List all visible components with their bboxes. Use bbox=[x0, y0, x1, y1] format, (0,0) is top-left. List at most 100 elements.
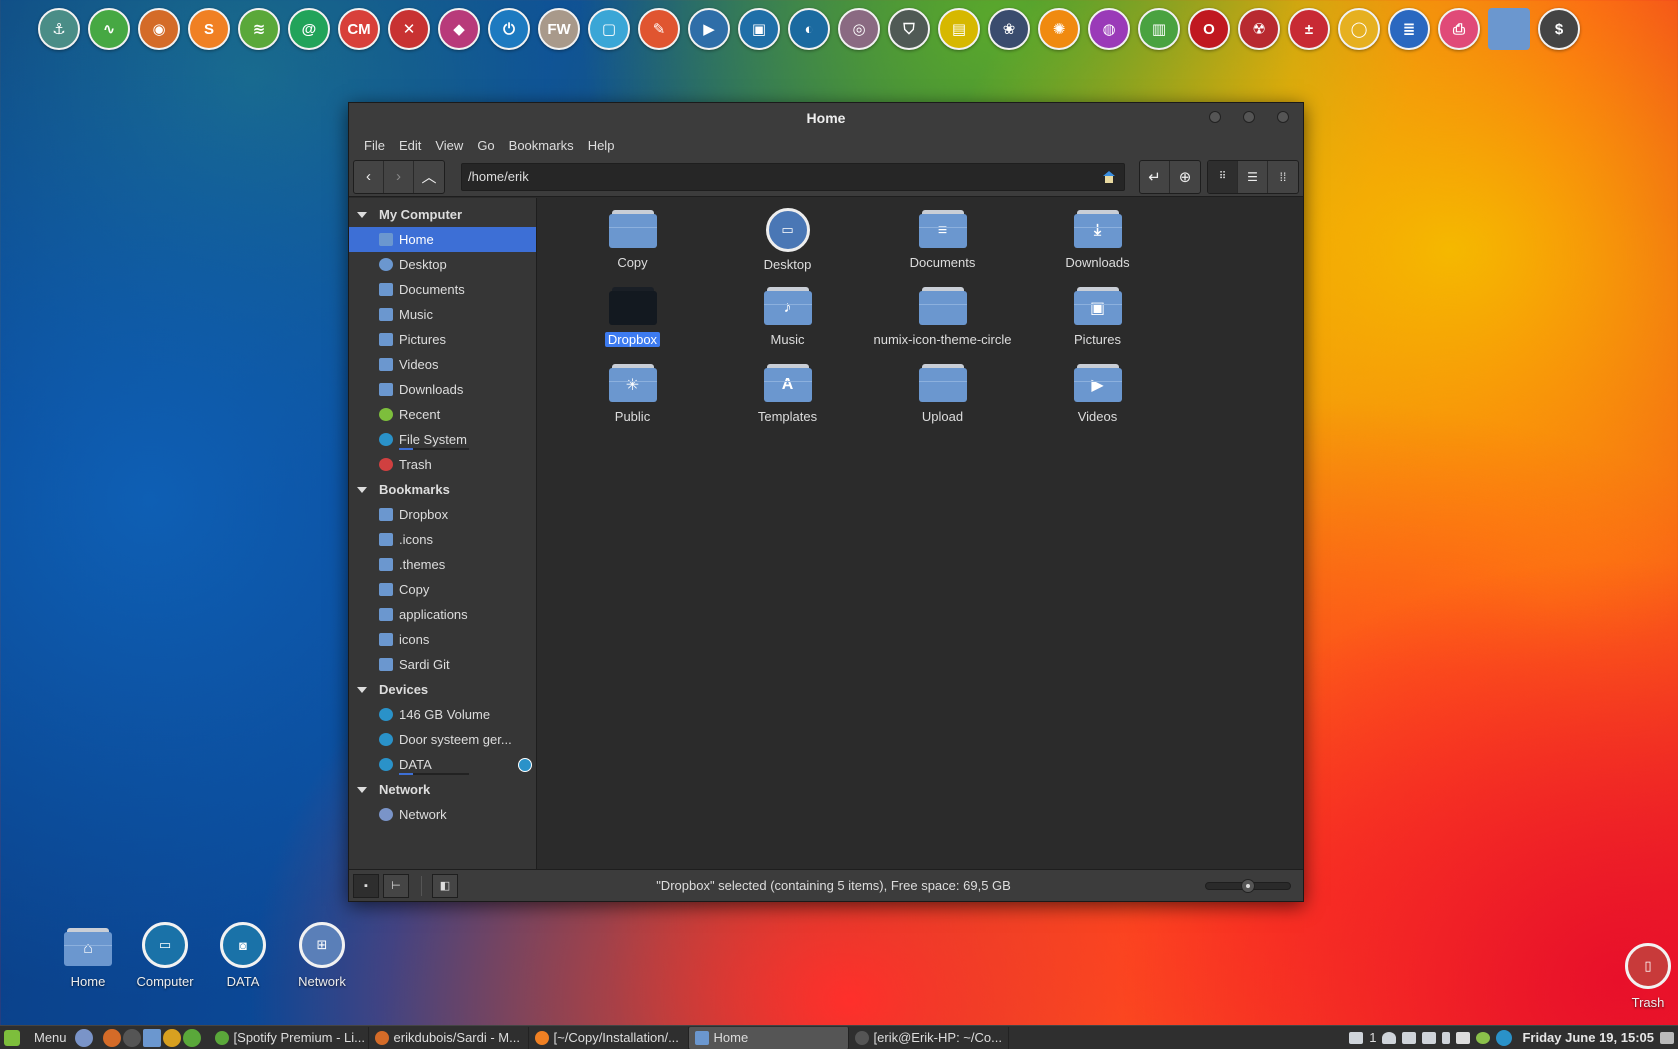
show-desktop-icon[interactable] bbox=[74, 1028, 93, 1047]
firefox-launcher-icon[interactable] bbox=[102, 1028, 121, 1047]
dock-spotify-icon[interactable]: ≋ bbox=[238, 8, 280, 50]
files-launcher-icon[interactable] bbox=[142, 1028, 161, 1047]
sidebar-item-copy[interactable]: Copy bbox=[349, 577, 536, 602]
sidebar-item-sardi-git[interactable]: Sardi Git bbox=[349, 652, 536, 677]
toggle-location-button[interactable]: ↵ bbox=[1140, 160, 1170, 193]
open-terminal-button[interactable]: ⊕ bbox=[1170, 161, 1200, 193]
sidebar-section-devices[interactable]: Devices bbox=[349, 677, 536, 702]
update-manager-icon[interactable] bbox=[1496, 1029, 1513, 1046]
spotify-launcher-icon[interactable] bbox=[182, 1028, 201, 1047]
terminal-launcher-icon[interactable] bbox=[122, 1028, 141, 1047]
dock-chrome-icon[interactable]: ◯ bbox=[1338, 8, 1380, 50]
file-item-downloads[interactable]: ⤓ Downloads bbox=[1020, 206, 1175, 283]
network-status-icon[interactable] bbox=[1422, 1031, 1437, 1044]
taskbar-task[interactable]: [Spotify Premium - Li... bbox=[209, 1026, 369, 1049]
screen-icon[interactable] bbox=[1456, 1031, 1471, 1044]
chat-icon[interactable] bbox=[1349, 1031, 1364, 1044]
location-bar[interactable]: /home/erik bbox=[461, 162, 1125, 191]
file-item-numix-icon-theme-circle[interactable]: numix-icon-theme-circle bbox=[865, 283, 1020, 360]
dock-terminal-icon[interactable]: $ bbox=[1538, 8, 1580, 50]
dock-shield-icon[interactable]: ⛉ bbox=[888, 8, 930, 50]
zoom-slider-handle[interactable] bbox=[1241, 878, 1255, 893]
dock-editor-icon[interactable]: ✎ bbox=[638, 8, 680, 50]
minimize-button[interactable] bbox=[1209, 111, 1221, 123]
dock-firefox-icon[interactable]: ◉ bbox=[138, 8, 180, 50]
show-places-button[interactable]: ▪ bbox=[353, 873, 379, 898]
icon-view-button[interactable]: ⠿ bbox=[1208, 160, 1238, 193]
dock-email-icon[interactable]: @ bbox=[288, 8, 330, 50]
dock-hardware-card-icon[interactable]: ▥ bbox=[1138, 8, 1180, 50]
dock-news-icon[interactable]: ≣ bbox=[1388, 8, 1430, 50]
file-item-dropbox[interactable]: Dropbox bbox=[555, 283, 710, 360]
forward-button[interactable]: › bbox=[384, 160, 414, 193]
dock-disk-tool-icon[interactable]: ◍ bbox=[1088, 8, 1130, 50]
dock-cm-icon[interactable]: CM bbox=[338, 8, 380, 50]
file-item-desktop[interactable]: ▭ Desktop bbox=[710, 206, 865, 283]
menu-button[interactable]: Menu bbox=[0, 1029, 75, 1046]
dock-thunderbird-icon[interactable]: ◐ bbox=[788, 8, 830, 50]
sidebar-section-my-computer[interactable]: My Computer bbox=[349, 202, 536, 227]
toggle-sidebar-button[interactable]: ◧ bbox=[432, 873, 458, 898]
sidebar-item-icons[interactable]: .icons bbox=[349, 527, 536, 552]
home-bookmark-icon[interactable] bbox=[1102, 170, 1116, 184]
dock-network-circle-icon[interactable]: ❀ bbox=[988, 8, 1030, 50]
sidebar-item-music[interactable]: Music bbox=[349, 302, 536, 327]
menu-help[interactable]: Help bbox=[581, 138, 622, 153]
dock-image-viewer-icon[interactable]: ▣ bbox=[738, 8, 780, 50]
up-button[interactable]: ︿ bbox=[414, 161, 444, 193]
sidebar-section-bookmarks[interactable]: Bookmarks bbox=[349, 477, 536, 502]
dock-video-editor-icon[interactable]: ▶ bbox=[688, 8, 730, 50]
dock-folder-icon[interactable] bbox=[1488, 8, 1530, 50]
list-view-button[interactable]: ☰ bbox=[1238, 160, 1268, 193]
back-button[interactable]: ‹ bbox=[354, 160, 384, 193]
menu-view[interactable]: View bbox=[428, 138, 470, 153]
dock-ruler-icon[interactable]: ▤ bbox=[938, 8, 980, 50]
title-bar[interactable]: Home bbox=[349, 103, 1303, 133]
dock-anchor-icon[interactable]: ⚓ bbox=[38, 8, 80, 50]
dock-inkscape-icon[interactable]: ◆ bbox=[438, 8, 480, 50]
sidebar-item-videos[interactable]: Videos bbox=[349, 352, 536, 377]
taskbar-task[interactable]: [~/Copy/Installation/... bbox=[529, 1026, 689, 1049]
sidebar-item-downloads[interactable]: Downloads bbox=[349, 377, 536, 402]
compact-view-button[interactable]: ⁞⁞ bbox=[1268, 161, 1298, 193]
sidebar-item-dropbox[interactable]: Dropbox bbox=[349, 502, 536, 527]
sidebar-section-network[interactable]: Network bbox=[349, 777, 536, 802]
sidebar-item-icons[interactable]: icons bbox=[349, 627, 536, 652]
sidebar-item-data[interactable]: DATA bbox=[349, 752, 536, 777]
taskbar-task[interactable]: [erik@Erik-HP: ~/Co... bbox=[849, 1026, 1009, 1049]
file-item-music[interactable]: ♪ Music bbox=[710, 283, 865, 360]
desktop-icon-computer[interactable]: ▭ Computer bbox=[120, 922, 210, 989]
sidebar-item-door-systeem-ger[interactable]: Door systeem ger... bbox=[349, 727, 536, 752]
removable-drive-icon[interactable] bbox=[1402, 1031, 1417, 1044]
sidebar-item-home[interactable]: Home bbox=[349, 227, 536, 252]
dock-power-icon[interactable]: ⏻ bbox=[488, 8, 530, 50]
dock-citrus-icon[interactable]: ✺ bbox=[1038, 8, 1080, 50]
dock-fireworks-icon[interactable]: FW bbox=[538, 8, 580, 50]
menu-go[interactable]: Go bbox=[470, 138, 501, 153]
dock-disc-icon[interactable]: ◎ bbox=[838, 8, 880, 50]
file-item-videos[interactable]: ▶ Videos bbox=[1020, 360, 1175, 437]
taskbar-task[interactable]: Home bbox=[688, 1026, 849, 1049]
menu-bookmarks[interactable]: Bookmarks bbox=[502, 138, 581, 153]
maximize-button[interactable] bbox=[1243, 111, 1255, 123]
menu-file[interactable]: File bbox=[357, 138, 392, 153]
desktop-icon-trash[interactable]: ▯ Trash bbox=[1603, 943, 1678, 1010]
sidebar-item-desktop[interactable]: Desktop bbox=[349, 252, 536, 277]
sidebar-item-network[interactable]: Network bbox=[349, 802, 536, 827]
desktop-icon-data[interactable]: ◙ DATA bbox=[198, 922, 288, 989]
dock-system-monitor-icon[interactable]: ∿ bbox=[88, 8, 130, 50]
workspace-switcher-icon[interactable] bbox=[1660, 1031, 1674, 1044]
eject-icon[interactable] bbox=[518, 758, 532, 772]
file-item-documents[interactable]: ≡ Documents bbox=[865, 206, 1020, 283]
sidebar-item-pictures[interactable]: Pictures bbox=[349, 327, 536, 352]
sidebar-item-themes[interactable]: .themes bbox=[349, 552, 536, 577]
dock-radiation-icon[interactable]: ☢ bbox=[1238, 8, 1280, 50]
sidebar-item-documents[interactable]: Documents bbox=[349, 277, 536, 302]
sidebar-item-file-system[interactable]: File System bbox=[349, 427, 536, 452]
file-item-public[interactable]: ✳ Public bbox=[555, 360, 710, 437]
sidebar-item-recent[interactable]: Recent bbox=[349, 402, 536, 427]
desktop-icon-network[interactable]: ⊞ Network bbox=[277, 922, 367, 989]
dock-printer-icon[interactable]: ⎙ bbox=[1438, 8, 1480, 50]
file-item-templates[interactable]: A Templates bbox=[710, 360, 865, 437]
user-icon[interactable] bbox=[1382, 1031, 1397, 1044]
